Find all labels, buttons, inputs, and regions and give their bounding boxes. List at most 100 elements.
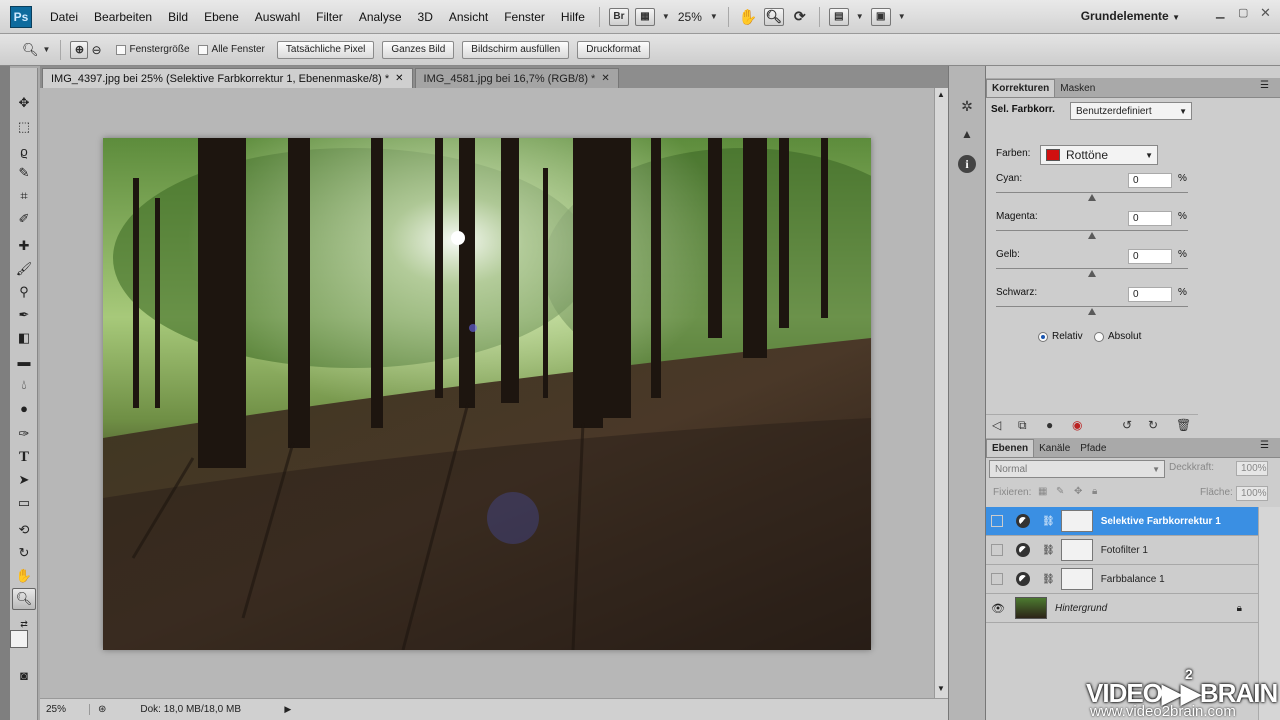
gelb-slider-thumb[interactable] (1088, 270, 1096, 277)
schwarz-input[interactable]: 0 (1128, 287, 1172, 302)
cyan-slider-thumb[interactable] (1088, 194, 1096, 201)
tab-pfade[interactable]: Pfade (1075, 439, 1111, 457)
bridge-button[interactable]: Br (608, 7, 629, 26)
menu-3d[interactable]: 3D (410, 10, 441, 24)
lock-transparency-icon[interactable]: ▦ (1038, 486, 1047, 497)
path-selection-tool-icon[interactable]: ➤ (12, 469, 36, 491)
marquee-tool-icon[interactable]: ⬚ (12, 116, 36, 138)
rotate-view-icon[interactable]: ⟳ (790, 8, 810, 26)
magenta-input[interactable]: 0 (1128, 211, 1172, 226)
zoom-out-icon[interactable]: ⊖ (91, 43, 101, 57)
tab-korrekturen[interactable]: Korrekturen (986, 79, 1056, 97)
eyedropper-tool-icon[interactable]: ✐ (12, 208, 36, 230)
maximize-icon[interactable]: ▢ (1238, 6, 1248, 19)
layer-row[interactable]: ⛓ Farbbalance 1 (986, 565, 1258, 594)
arrange-documents-icon[interactable]: ▤ (828, 7, 849, 26)
menu-bild[interactable]: Bild (160, 10, 196, 24)
tab-kanaele[interactable]: Kanäle (1034, 439, 1075, 457)
window-size-checkbox[interactable] (115, 44, 126, 55)
toolbox-grip[interactable] (0, 66, 10, 720)
actual-pixels-button[interactable]: Tatsächliche Pixel (276, 40, 375, 59)
eraser-tool-icon[interactable]: ◧ (12, 327, 36, 349)
layer-thumbnail[interactable] (1014, 597, 1047, 619)
zoom-level-menu[interactable]: 25% (674, 10, 706, 24)
masks-panel-icon[interactable]: ▲ (957, 124, 977, 144)
hand-tool-icon[interactable]: ✋ (738, 8, 758, 26)
layer-row[interactable]: ⛓ Fotofilter 1 (986, 536, 1258, 565)
history-brush-tool-icon[interactable]: ✒ (12, 304, 36, 326)
trash-icon[interactable]: 🗑︎ (1176, 418, 1191, 432)
lock-image-icon[interactable]: ✎ (1056, 486, 1064, 497)
status-preview-icon[interactable]: ⊛ (98, 704, 106, 715)
gelb-slider-track[interactable] (996, 268, 1188, 269)
visibility-checkbox[interactable] (991, 573, 1003, 585)
visibility-toggle-icon[interactable]: ● (1046, 418, 1053, 432)
foreground-color-swatch[interactable] (10, 630, 28, 648)
document-tab-img4581[interactable]: IMG_4581.jpg bei 16,7% (RGB/8) * ✕ (414, 68, 619, 88)
menu-auswahl[interactable]: Auswahl (247, 10, 308, 24)
type-tool-icon[interactable]: T (12, 446, 36, 468)
layer-row[interactable]: ⛓ Selektive Farbkorrektur 1 (986, 507, 1258, 536)
gelb-input[interactable]: 0 (1128, 249, 1172, 264)
close-tab-icon[interactable]: ✕ (601, 73, 609, 84)
workspace-switcher[interactable]: Grundelemente ▼ (1081, 9, 1180, 23)
reset-icon[interactable]: ↺ (1122, 418, 1132, 432)
cyan-slider-track[interactable] (996, 192, 1188, 193)
fit-screen-button[interactable]: Ganzes Bild (382, 40, 455, 59)
magenta-slider-track[interactable] (996, 230, 1188, 231)
info-panel-icon[interactable]: i (958, 155, 976, 173)
film-strip-icon[interactable]: ▦ (634, 7, 655, 26)
menu-bearbeiten[interactable]: Bearbeiten (86, 10, 160, 24)
dodge-tool-icon[interactable]: ● (12, 397, 36, 419)
hand-tool-icon[interactable]: ✋ (12, 565, 36, 587)
preset-dropdown[interactable]: Benutzerdefiniert ▼ (1070, 102, 1192, 120)
visibility-checkbox[interactable] (991, 544, 1003, 556)
blend-mode-dropdown[interactable]: Normal ▼ (989, 460, 1165, 478)
panel-menu-icon[interactable]: ☰ (1260, 440, 1269, 451)
menu-ebene[interactable]: Ebene (196, 10, 247, 24)
chevron-down-icon[interactable]: ▼ (898, 12, 906, 21)
relativ-radio[interactable] (1038, 332, 1048, 342)
healing-brush-tool-icon[interactable]: ✚ (12, 235, 36, 257)
clip-to-layer-icon[interactable]: ⧉ (1018, 418, 1027, 433)
print-size-button[interactable]: Druckformat (577, 40, 650, 59)
3d-rotate-tool-icon[interactable]: ⟲ (12, 519, 36, 541)
view-previous-icon[interactable]: ◉ (1072, 418, 1082, 432)
clone-stamp-tool-icon[interactable]: ⚲ (12, 281, 36, 303)
schwarz-slider-thumb[interactable] (1088, 308, 1096, 315)
layer-row[interactable]: 👁︎ Hintergrund 🔒︎ (986, 594, 1258, 623)
crop-tool-icon[interactable]: ⌗ (12, 185, 36, 207)
lasso-tool-icon[interactable]: ϱ (12, 140, 36, 162)
adjustments-panel-icon[interactable]: ✲ (957, 96, 977, 116)
status-menu-arrow-icon[interactable]: ▶ (284, 704, 291, 715)
menu-analyse[interactable]: Analyse (351, 10, 410, 24)
link-icon[interactable]: ⛓ (1042, 574, 1055, 585)
tab-masken[interactable]: Masken (1055, 79, 1100, 97)
menu-filter[interactable]: Filter (308, 10, 351, 24)
zoom-tool-icon[interactable]: 🔍︎ (763, 7, 784, 26)
link-icon[interactable]: ⛓ (1042, 545, 1055, 556)
vertical-scrollbar[interactable]: ▲ ▼ (934, 88, 948, 698)
chevron-down-icon[interactable]: ▼ (856, 12, 864, 21)
colors-dropdown[interactable]: Rottöne ▼ (1040, 145, 1158, 165)
menu-fenster[interactable]: Fenster (496, 10, 553, 24)
3d-orbit-tool-icon[interactable]: ↻ (12, 542, 36, 564)
zoom-in-icon[interactable]: ⊕ (70, 40, 89, 59)
absolut-radio[interactable] (1094, 332, 1104, 342)
lock-all-icon[interactable]: 🔒︎ (1092, 486, 1097, 497)
quick-selection-tool-icon[interactable]: ✎ (12, 162, 36, 184)
tab-ebenen[interactable]: Ebenen (986, 439, 1035, 457)
chevron-down-icon[interactable]: ▼ (710, 12, 718, 21)
chevron-down-icon[interactable]: ▼ (43, 45, 51, 54)
zoom-tool-icon[interactable]: 🔍︎ (12, 588, 36, 610)
move-tool-icon[interactable]: ✥ (12, 92, 36, 114)
document-tab-img4397[interactable]: IMG_4397.jpg bei 25% (Selektive Farbkorr… (42, 68, 413, 88)
fill-input[interactable]: 100% (1236, 486, 1268, 501)
layer-mask-thumbnail[interactable] (1060, 568, 1093, 590)
quick-mask-icon[interactable]: ◙ (12, 664, 36, 686)
brush-tool-icon[interactable]: 🖌︎ (12, 258, 36, 280)
layer-mask-thumbnail[interactable] (1060, 510, 1093, 532)
all-windows-checkbox[interactable] (197, 44, 208, 55)
magenta-slider-thumb[interactable] (1088, 232, 1096, 239)
screen-mode-icon[interactable]: ▣ (870, 7, 891, 26)
